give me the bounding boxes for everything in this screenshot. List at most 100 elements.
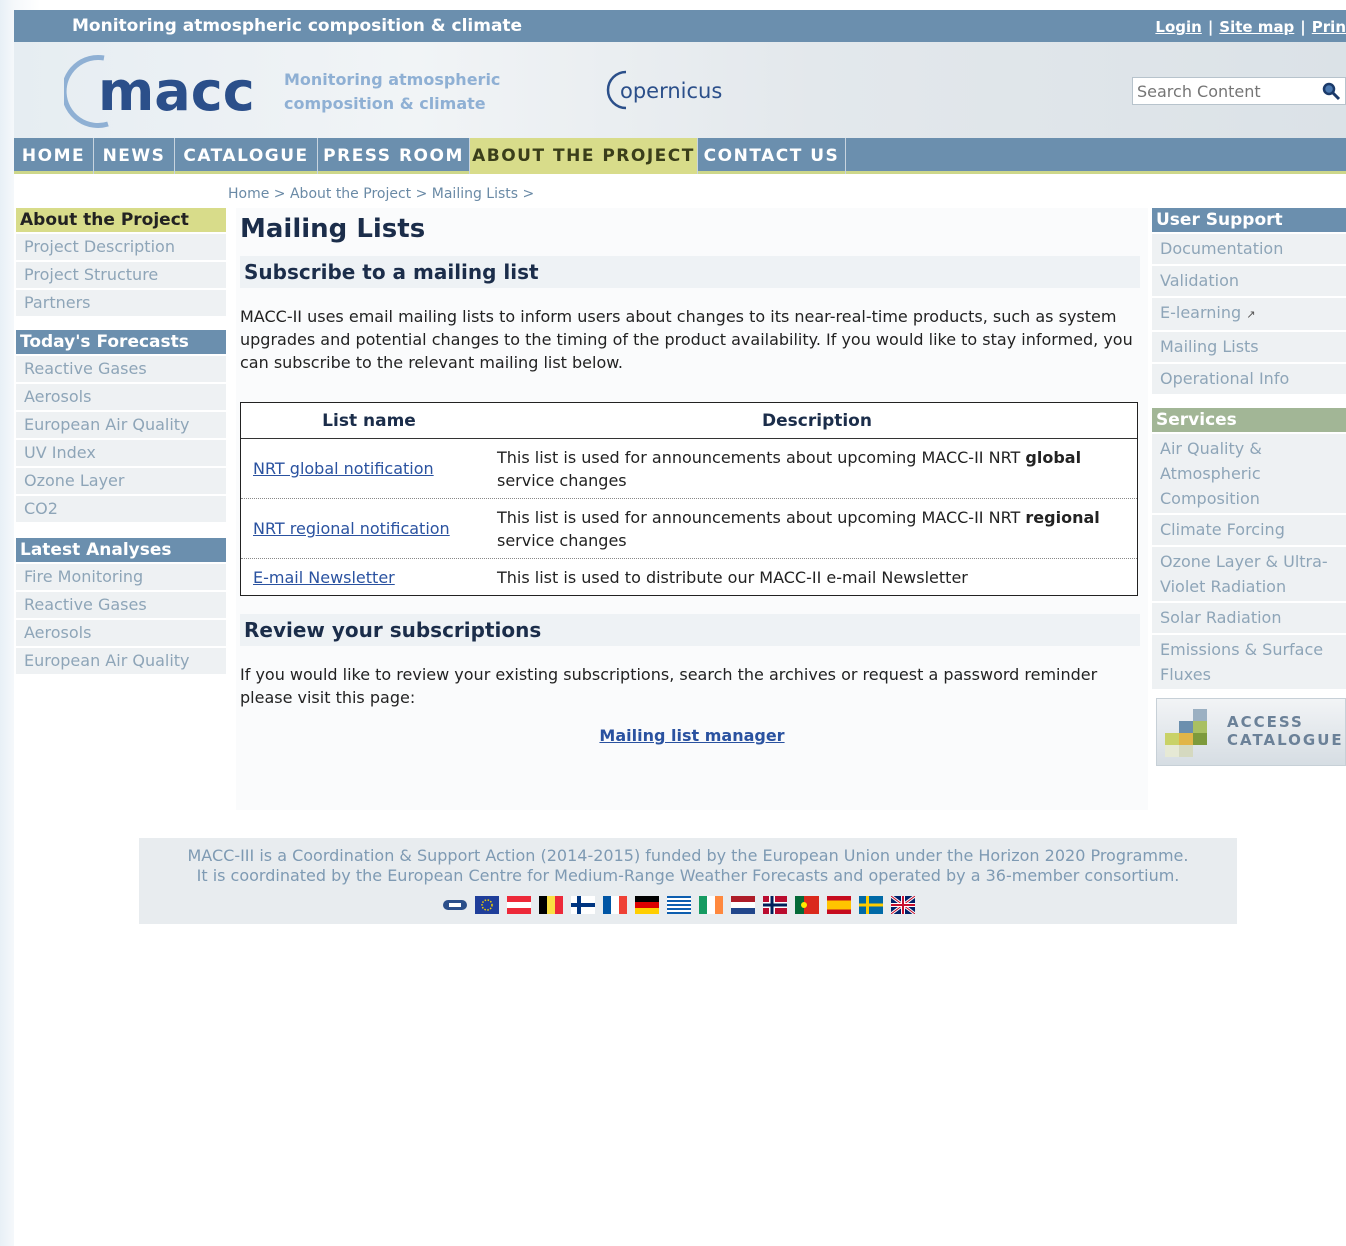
table-header: List name Description <box>241 403 1137 439</box>
left-sidebar: About the Project Project Description Pr… <box>16 208 226 676</box>
nav-catalogue[interactable]: CATALOGUE <box>175 138 318 174</box>
table-row: NRT regional notification This list is u… <box>241 499 1137 559</box>
finland-flag-icon[interactable] <box>571 896 595 914</box>
sidebar-item-climate-forcing[interactable]: Climate Forcing <box>1152 515 1346 545</box>
search-input[interactable] <box>1133 78 1313 104</box>
germany-flag-icon[interactable] <box>635 896 659 914</box>
intro-text: MACC-II uses email mailing lists to info… <box>240 307 1133 372</box>
logo-text: macc <box>98 60 255 123</box>
nav-news[interactable]: NEWS <box>94 138 175 174</box>
austria-flag-icon[interactable] <box>507 896 531 914</box>
nav-about-the-project[interactable]: ABOUT THE PROJECT <box>470 138 698 174</box>
macc-logo[interactable]: macc <box>64 52 274 128</box>
copernicus-logo[interactable]: opernicus <box>604 68 734 112</box>
ireland-flag-icon[interactable] <box>699 896 723 914</box>
sidebar-item-documentation[interactable]: Documentation <box>1152 234 1346 264</box>
sidebar-item-co2[interactable]: CO2 <box>16 496 226 522</box>
sidebar-item-project-description[interactable]: Project Description <box>16 234 226 260</box>
print-link[interactable]: Prin <box>1312 18 1346 36</box>
nav-press-room[interactable]: PRESS ROOM <box>318 138 470 174</box>
sidebar-item-emissions[interactable]: Emissions & Surface Fluxes <box>1152 635 1346 689</box>
eu-flag-icon[interactable] <box>475 896 499 914</box>
external-link-icon: ↗ <box>1246 308 1256 321</box>
sidebar-item-mailing-lists[interactable]: Mailing Lists <box>1152 332 1346 362</box>
sidebar-item-solar-radiation[interactable]: Solar Radiation <box>1152 603 1346 633</box>
greece-flag-icon[interactable] <box>667 896 691 914</box>
uk-flag-icon[interactable] <box>891 896 915 914</box>
col-description: Description <box>762 410 872 431</box>
sidebar-item-aerosols[interactable]: Aerosols <box>16 384 226 410</box>
sidebar-item-uv-index[interactable]: UV Index <box>16 440 226 466</box>
sidebar-item-reactive-gases[interactable]: Reactive Gases <box>16 356 226 382</box>
about-project-heading[interactable]: About the Project <box>16 208 226 232</box>
netherlands-flag-icon[interactable] <box>731 896 755 914</box>
header: macc Monitoring atmospheric composition … <box>14 42 1346 138</box>
spain-flag-icon[interactable] <box>827 896 851 914</box>
table-row: E-mail Newsletter This list is used to d… <box>241 559 1137 595</box>
sidebar-item-operational-info[interactable]: Operational Info <box>1152 364 1346 394</box>
ecmwf-icon[interactable] <box>443 896 467 914</box>
mailing-list-manager-link[interactable]: Mailing list manager <box>599 726 784 745</box>
portugal-flag-icon[interactable] <box>795 896 819 914</box>
access-catalogue-label: ACCESS CATALOGUE <box>1227 713 1344 749</box>
sidebar-item-project-structure[interactable]: Project Structure <box>16 262 226 288</box>
subscribe-heading: Subscribe to a mailing list <box>240 256 1140 288</box>
page: Monitoring atmospheric composition & cli… <box>14 10 1346 1246</box>
newsletter-link[interactable]: E-mail Newsletter <box>253 568 395 587</box>
latest-analyses-heading: Latest Analyses <box>16 538 226 562</box>
sidebar-item-validation[interactable]: Validation <box>1152 266 1346 296</box>
manager-link-wrap: Mailing list manager <box>236 726 1148 745</box>
sidebar-item-fire-monitoring[interactable]: Fire Monitoring <box>16 564 226 590</box>
sidebar-item-analyses-reactive-gases[interactable]: Reactive Gases <box>16 592 226 618</box>
access-line1: ACCESS <box>1227 713 1304 731</box>
mailing-list-table: List name Description NRT global notific… <box>240 402 1138 596</box>
catalogue-blocks-icon <box>1165 709 1207 757</box>
logo-subtitle-line2: composition & climate <box>284 94 486 113</box>
copernicus-text: opernicus <box>620 79 722 103</box>
sweden-flag-icon[interactable] <box>859 896 883 914</box>
footer: MACC-III is a Coordination & Support Act… <box>139 838 1237 924</box>
search-box <box>1132 77 1346 105</box>
page-title: Mailing Lists <box>240 214 426 244</box>
user-support-heading: User Support <box>1152 208 1346 232</box>
sidebar-item-partners[interactable]: Partners <box>16 290 226 316</box>
right-sidebar: User Support Documentation Validation E-… <box>1152 208 1346 691</box>
footer-line1: MACC-III is a Coordination & Support Act… <box>187 846 1189 865</box>
sidebar-item-ozone-uv[interactable]: Ozone Layer & Ultra-Violet Radiation <box>1152 547 1346 601</box>
top-links: Login | Site map | Prin <box>1155 18 1346 36</box>
sidebar-item-european-air-quality[interactable]: European Air Quality <box>16 412 226 438</box>
logo-subtitle-line1: Monitoring atmospheric <box>284 70 501 89</box>
services-heading: Services <box>1152 408 1346 432</box>
main-nav: HOME NEWS CATALOGUE PRESS ROOM ABOUT THE… <box>14 138 1346 174</box>
sidebar-item-air-quality[interactable]: Air Quality & Atmospheric Composition <box>1152 434 1346 513</box>
row-description: This list is used to distribute our MACC… <box>497 567 968 587</box>
login-link[interactable]: Login <box>1155 18 1201 36</box>
review-text: If you would like to review your existin… <box>240 665 1098 707</box>
todays-forecasts-heading: Today's Forecasts <box>16 330 226 354</box>
access-line2: CATALOGUE <box>1227 731 1344 749</box>
top-bar: Monitoring atmospheric composition & cli… <box>14 10 1346 42</box>
belgium-flag-icon[interactable] <box>539 896 563 914</box>
nrt-regional-link[interactable]: NRT regional notification <box>253 519 450 538</box>
access-catalogue-button[interactable]: ACCESS CATALOGUE <box>1156 698 1346 766</box>
sidebar-item-ozone-layer[interactable]: Ozone Layer <box>16 468 226 494</box>
breadcrumb[interactable]: Home > About the Project > Mailing Lists… <box>228 186 534 202</box>
nrt-global-link[interactable]: NRT global notification <box>253 459 434 478</box>
search-icon[interactable] <box>1321 81 1341 101</box>
partner-flags <box>443 896 915 916</box>
footer-line2: It is coordinated by the European Centre… <box>196 866 1180 885</box>
france-flag-icon[interactable] <box>603 896 627 914</box>
nav-contact-us[interactable]: CONTACT US <box>698 138 846 174</box>
e-learning-label: E-learning <box>1160 303 1242 322</box>
sidebar-item-analyses-aerosols[interactable]: Aerosols <box>16 620 226 646</box>
sidebar-item-analyses-european-air-quality[interactable]: European Air Quality <box>16 648 226 674</box>
table-row: NRT global notification This list is use… <box>241 439 1137 499</box>
review-heading: Review your subscriptions <box>240 614 1140 646</box>
site-map-link[interactable]: Site map <box>1219 18 1294 36</box>
nav-home[interactable]: HOME <box>14 138 94 174</box>
norway-flag-icon[interactable] <box>763 896 787 914</box>
row-description: This list is used for announcements abou… <box>497 507 1100 550</box>
row-description: This list is used for announcements abou… <box>497 447 1082 490</box>
sidebar-item-e-learning[interactable]: E-learning ↗ <box>1152 298 1346 330</box>
main-content: Mailing Lists Subscribe to a mailing lis… <box>236 208 1148 810</box>
